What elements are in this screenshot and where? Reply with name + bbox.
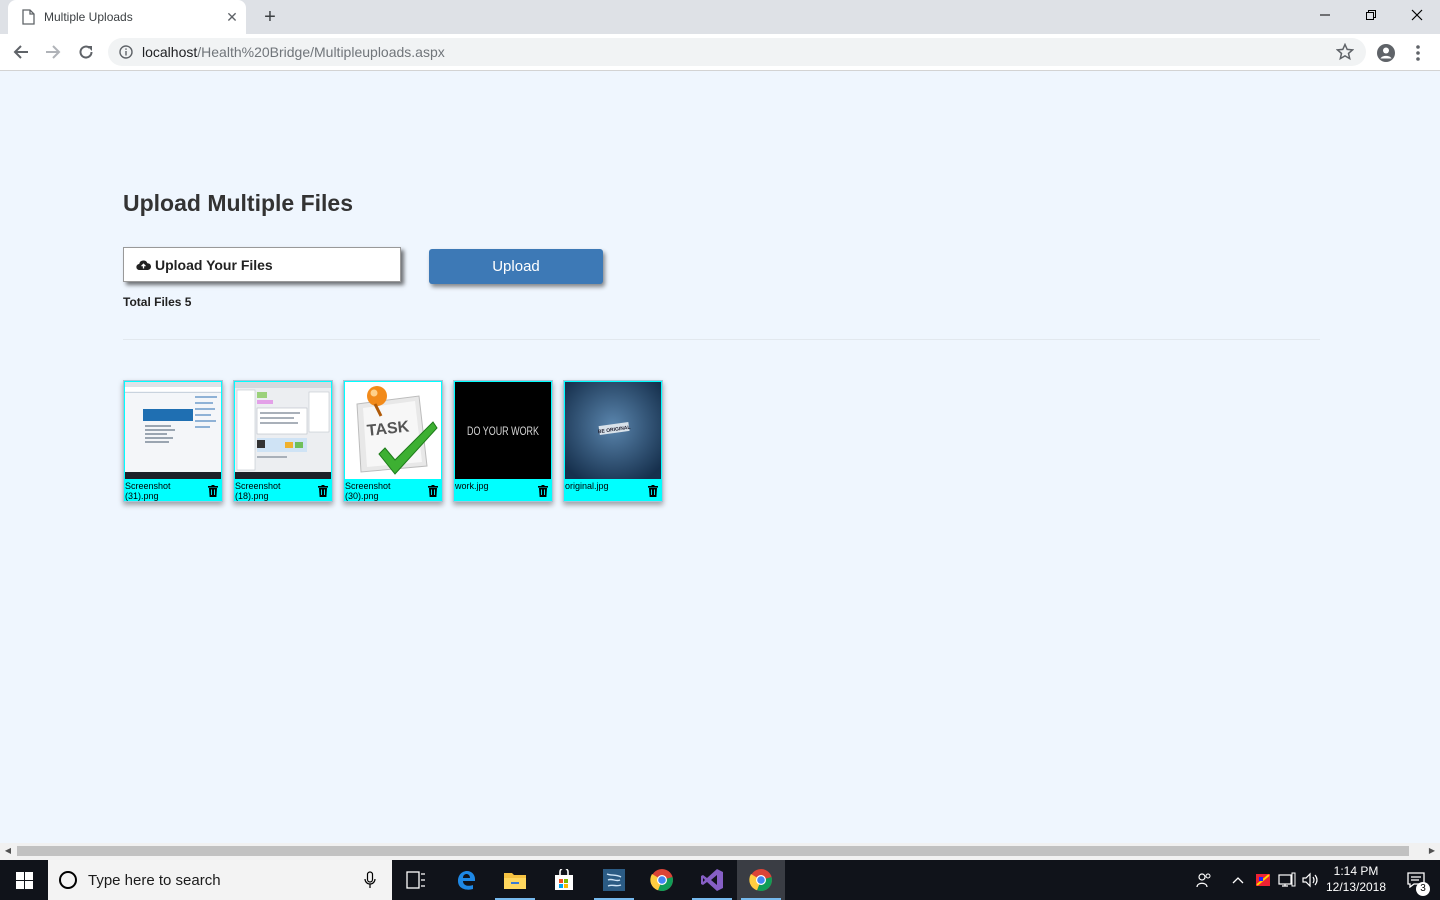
scroll-left-arrow-icon[interactable]: ◀	[3, 846, 13, 856]
windows-taskbar: Type here to search 1:14 PM 12/13/2018 3	[0, 860, 1440, 900]
file-explorer-icon[interactable]	[491, 860, 539, 900]
horizontal-scrollbar[interactable]: ◀ ▶	[0, 843, 1440, 860]
restore-icon[interactable]	[1348, 0, 1394, 30]
document-icon	[22, 9, 35, 25]
file-preview-image: BE ORIGINAL	[565, 382, 661, 479]
file-name: original.jpg	[565, 481, 609, 491]
close-window-icon[interactable]	[1394, 0, 1440, 30]
work-image-text: DO YOUR WORK	[467, 424, 539, 438]
volume-icon[interactable]	[1300, 860, 1322, 900]
file-card: BE ORIGINAL original.jpg	[563, 380, 663, 502]
sql-server-icon[interactable]	[590, 860, 638, 900]
clock-date: 12/13/2018	[1325, 880, 1387, 894]
upload-button[interactable]: Upload	[429, 249, 603, 284]
browser-toolbar: localhost/Health%20Bridge/Multipleupload…	[0, 34, 1440, 71]
network-icon[interactable]	[1276, 860, 1298, 900]
page-title: Upload Multiple Files	[123, 190, 354, 216]
app-tray-icon[interactable]	[1252, 860, 1274, 900]
microphone-icon[interactable]	[364, 871, 376, 889]
new-tab-icon[interactable]: +	[258, 6, 282, 28]
action-center-icon[interactable]: 3	[1396, 860, 1436, 900]
url-path: /Health%20Bridge/Multipleuploads.aspx	[197, 44, 445, 60]
delete-trash-icon[interactable]	[208, 485, 218, 497]
account-icon[interactable]	[1376, 43, 1396, 63]
cloud-upload-icon	[136, 260, 151, 270]
forward-arrow-icon[interactable]	[40, 40, 66, 64]
tab-title: Multiple Uploads	[44, 10, 133, 24]
taskbar-search-box[interactable]: Type here to search	[48, 860, 392, 900]
browser-tab[interactable]: Multiple Uploads ✕	[8, 0, 246, 34]
search-placeholder: Type here to search	[88, 872, 221, 889]
divider	[123, 339, 1320, 340]
delete-trash-icon[interactable]	[538, 485, 548, 497]
task-view-icon[interactable]	[392, 860, 440, 900]
total-files-count: Total Files 5	[123, 295, 192, 309]
file-preview-image: TASK	[345, 382, 441, 479]
file-name: Screenshot (30).png	[345, 481, 391, 501]
notification-count-badge: 3	[1416, 882, 1430, 896]
edge-browser-icon[interactable]	[442, 860, 490, 900]
file-preview-image	[125, 382, 221, 479]
windows-start-icon[interactable]	[0, 860, 48, 900]
choose-files-button[interactable]: Upload Your Files	[123, 247, 401, 282]
cortana-icon	[59, 871, 77, 889]
choose-files-label: Upload Your Files	[155, 256, 273, 273]
chrome-active-icon[interactable]	[737, 860, 785, 900]
clock-time: 1:14 PM	[1333, 864, 1379, 878]
chrome-icon[interactable]	[638, 860, 686, 900]
minimize-icon[interactable]	[1302, 0, 1348, 30]
url-text: localhost/Health%20Bridge/Multipleupload…	[142, 44, 445, 60]
file-card: DO YOUR WORK work.jpg	[453, 380, 553, 502]
visual-studio-icon[interactable]	[688, 860, 736, 900]
scrollbar-thumb[interactable]	[17, 846, 1409, 856]
people-icon[interactable]	[1192, 860, 1216, 900]
tab-close-icon[interactable]: ✕	[224, 9, 240, 25]
file-preview-image: DO YOUR WORK	[455, 382, 551, 479]
store-icon[interactable]	[540, 860, 588, 900]
address-bar[interactable]: localhost/Health%20Bridge/Multipleupload…	[108, 38, 1366, 66]
file-name: Screenshot (31).png	[125, 481, 171, 501]
file-card: TASK Screenshot (30).png	[343, 380, 443, 502]
more-menu-icon[interactable]	[1410, 43, 1426, 63]
bookmark-star-icon[interactable]	[1336, 43, 1354, 61]
file-name: Screenshot (18).png	[235, 481, 281, 501]
show-hidden-icons-chevron-icon[interactable]	[1228, 860, 1248, 900]
delete-trash-icon[interactable]	[318, 485, 328, 497]
file-card: Screenshot (18).png	[233, 380, 333, 502]
back-arrow-icon[interactable]	[8, 40, 34, 64]
delete-trash-icon[interactable]	[648, 485, 658, 497]
file-preview-image	[235, 382, 331, 479]
file-name: work.jpg	[455, 481, 489, 491]
url-host: localhost	[142, 44, 198, 60]
browser-tab-bar: Multiple Uploads ✕ +	[0, 0, 1440, 34]
system-clock[interactable]: 1:14 PM 12/13/2018	[1322, 863, 1390, 895]
reload-icon[interactable]	[73, 40, 99, 64]
info-icon[interactable]	[119, 45, 133, 59]
scroll-right-arrow-icon[interactable]: ▶	[1427, 846, 1437, 856]
file-card: Screenshot (31).png	[123, 380, 223, 502]
delete-trash-icon[interactable]	[428, 485, 438, 497]
